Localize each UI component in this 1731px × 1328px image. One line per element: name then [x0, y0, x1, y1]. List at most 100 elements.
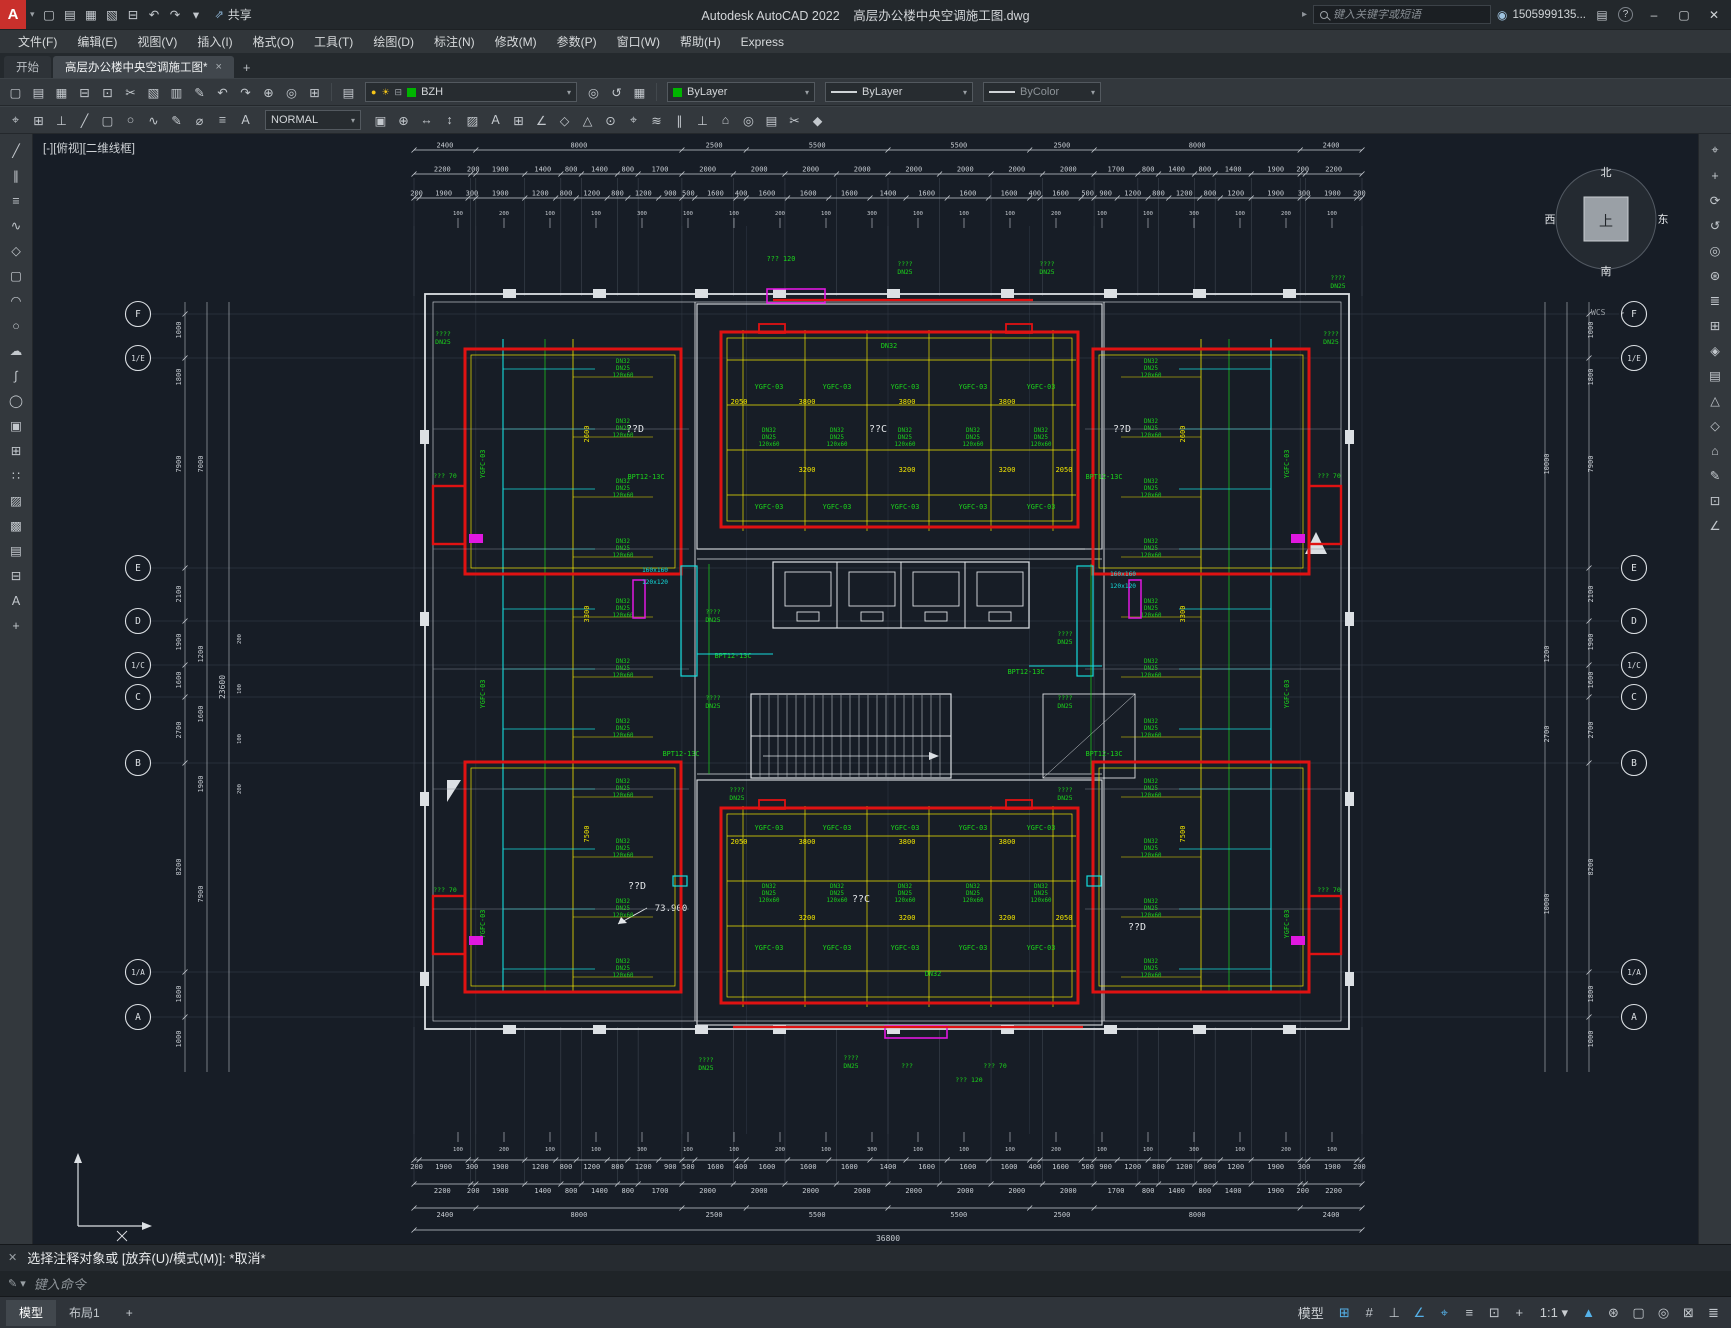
layout1-tab[interactable]: 布局1	[56, 1300, 113, 1326]
autocad-logo[interactable]: A	[0, 0, 26, 29]
zoom2-icon[interactable]: ◎	[737, 109, 760, 131]
layer-plot-icon[interactable]: ⊟	[395, 87, 403, 98]
layers3-icon[interactable]: ≣	[1702, 288, 1728, 313]
layer-previous-icon[interactable]: ↺	[605, 81, 628, 103]
share-button[interactable]: ⇗ 共享	[215, 6, 252, 23]
polar-toggle-icon[interactable]: ∠	[1408, 1302, 1431, 1324]
saveas-icon[interactable]: ▧	[102, 4, 123, 26]
app-menu-caret-icon[interactable]: ▾	[26, 9, 39, 20]
menu-item-12[interactable]: Express	[731, 30, 794, 54]
menu-item-8[interactable]: 修改(M)	[485, 30, 547, 54]
dimension-icon[interactable]: ∠	[530, 109, 553, 131]
gradient-tool-icon[interactable]: ▩	[3, 513, 29, 538]
circle-icon[interactable]: ○	[119, 109, 142, 131]
command-tools-icon[interactable]: ✎ ▾	[8, 1277, 26, 1290]
properties-icon[interactable]: ⊞	[303, 81, 326, 103]
scale-display[interactable]: 1:1 ▾	[1533, 1302, 1575, 1324]
up-icon[interactable]: △	[1702, 388, 1728, 413]
text-icon[interactable]: A	[234, 109, 257, 131]
model-space-button[interactable]: 模型	[1291, 1302, 1331, 1324]
linetype-dropdown[interactable]: ByLayer ▾	[825, 82, 973, 102]
grid-toggle-icon[interactable]: ⊞	[1333, 1302, 1356, 1324]
box-icon[interactable]: ⊡	[1702, 488, 1728, 513]
layer-properties-icon[interactable]: ▤	[337, 81, 360, 103]
layer-on-icon[interactable]: ●	[371, 87, 376, 97]
pan-icon[interactable]: ⊕	[257, 81, 280, 103]
color-dropdown[interactable]: ByLayer ▾	[667, 82, 815, 102]
osnap-toggle-icon[interactable]: ⌖	[1433, 1302, 1456, 1324]
sheet-icon[interactable]: ▤	[1702, 363, 1728, 388]
polyline-tool-icon[interactable]: ∿	[3, 213, 29, 238]
polygon-tool-icon[interactable]: ◇	[3, 238, 29, 263]
polyline2-icon[interactable]: ≋	[645, 109, 668, 131]
tab-start[interactable]: 开始	[4, 56, 51, 78]
style-dropdown[interactable]: NORMAL ▾	[265, 110, 361, 130]
props2-icon[interactable]: ▤	[760, 109, 783, 131]
model-tab[interactable]: 模型	[6, 1299, 57, 1326]
grid-icon[interactable]: ⊞	[27, 109, 50, 131]
new-tab-button[interactable]: +	[236, 56, 258, 78]
add-layout-button[interactable]: +	[113, 1300, 146, 1326]
menu-item-2[interactable]: 视图(V)	[127, 30, 187, 54]
pan2-icon[interactable]: ⊛	[1702, 263, 1728, 288]
scale-icon[interactable]: ↕	[438, 109, 461, 131]
edit-icon[interactable]: ✎	[165, 109, 188, 131]
fullscreen-icon[interactable]: ⊠	[1677, 1302, 1700, 1324]
menu-item-5[interactable]: 工具(T)	[304, 30, 363, 54]
rectangle-tool-icon[interactable]: ▢	[3, 263, 29, 288]
snap-toggle-icon[interactable]: #	[1358, 1302, 1381, 1324]
menu-item-6[interactable]: 绘图(D)	[363, 30, 424, 54]
zoom-icon[interactable]: ◎	[280, 81, 303, 103]
rect-icon[interactable]: ▢	[96, 109, 119, 131]
menu-item-3[interactable]: 插入(I)	[187, 30, 242, 54]
diamond-icon[interactable]: ◇	[1702, 413, 1728, 438]
undo-icon[interactable]: ↶	[144, 4, 165, 26]
close-button[interactable]: ✕	[1699, 0, 1729, 29]
home2-icon[interactable]: ⌂	[1702, 438, 1728, 463]
spline-icon[interactable]: ∿	[142, 109, 165, 131]
arc-tool-icon[interactable]: ◠	[3, 288, 29, 313]
stretch-icon[interactable]: ↔	[415, 109, 438, 131]
help-icon[interactable]: ?	[1618, 7, 1633, 22]
open-icon[interactable]: ▤	[60, 4, 81, 26]
line-icon[interactable]: ╱	[73, 109, 96, 131]
new2-icon[interactable]: ▢	[4, 81, 27, 103]
diameter-icon[interactable]: ⌀	[188, 109, 211, 131]
menu-item-9[interactable]: 参数(P)	[547, 30, 607, 54]
undo3-icon[interactable]: ↶	[211, 81, 234, 103]
ortho-icon[interactable]: ⊥	[50, 109, 73, 131]
xline-tool-icon[interactable]: ∥	[3, 163, 29, 188]
mline-tool-icon[interactable]: ≡	[3, 188, 29, 213]
dynamic-input-icon[interactable]: +	[1508, 1302, 1531, 1324]
zoom3-icon[interactable]: ◎	[1702, 238, 1728, 263]
new-icon[interactable]: ▢	[39, 4, 60, 26]
redo-icon[interactable]: ↷	[165, 4, 186, 26]
gem-icon[interactable]: ◈	[1702, 338, 1728, 363]
transparency-toggle-icon[interactable]: ⊡	[1483, 1302, 1506, 1324]
lineweight-dropdown[interactable]: ByColor ▾	[983, 82, 1101, 102]
rotate-icon[interactable]: ⟳	[1702, 188, 1728, 213]
region-tool-icon[interactable]: ▤	[3, 538, 29, 563]
paste-icon[interactable]: ▥	[165, 81, 188, 103]
open2-icon[interactable]: ▤	[27, 81, 50, 103]
search-box[interactable]	[1312, 5, 1491, 24]
workspace-gear-icon[interactable]: ⊛	[1602, 1302, 1625, 1324]
point-tool-icon[interactable]: ∷	[3, 463, 29, 488]
spline-tool-icon[interactable]: ∫	[3, 363, 29, 388]
cut-icon[interactable]: ✂	[119, 81, 142, 103]
grid2-icon[interactable]: ⊞	[1702, 313, 1728, 338]
maximize-button[interactable]: ▢	[1669, 0, 1699, 29]
qat-dropdown-icon[interactable]: ▾	[186, 4, 207, 26]
revcloud-tool-icon[interactable]: ☁	[3, 338, 29, 363]
preview-icon[interactable]: ⊡	[96, 81, 119, 103]
account-button[interactable]: ◉ 1505999135...	[1497, 8, 1586, 22]
drawing-area[interactable]: [-][俯视][二维线框] 2400 8000 2500 5500 5500 2500 80…	[33, 134, 1698, 1244]
measure-icon[interactable]: ⌖	[1702, 138, 1728, 163]
matchprops-icon[interactable]: ✎	[188, 81, 211, 103]
save-icon[interactable]: ▦	[81, 4, 102, 26]
plot2-icon[interactable]: ⊟	[73, 81, 96, 103]
annotate-icon[interactable]: ✎	[1702, 463, 1728, 488]
search-collapse-icon[interactable]: ▸	[1302, 9, 1307, 20]
redo3-icon[interactable]: ↷	[234, 81, 257, 103]
table-tool-icon[interactable]: ⊟	[3, 563, 29, 588]
